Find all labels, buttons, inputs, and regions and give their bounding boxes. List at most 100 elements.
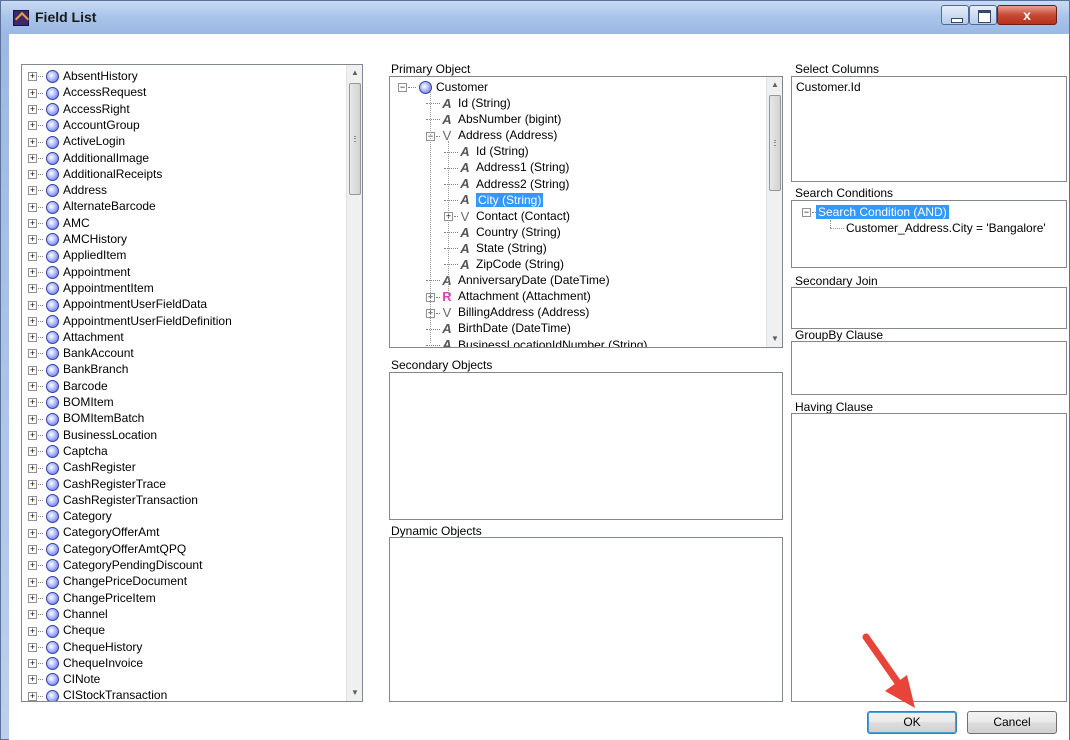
expand-icon[interactable]: + — [28, 121, 37, 131]
scroll-thumb[interactable] — [769, 95, 781, 191]
expand-icon[interactable]: + — [28, 528, 37, 538]
secondary-objects-panel[interactable] — [389, 372, 783, 520]
entity-item[interactable]: + BOMItem — [28, 394, 114, 410]
expand-icon[interactable]: + — [28, 300, 37, 310]
expand-icon[interactable]: + — [28, 333, 37, 343]
cancel-button[interactable]: Cancel — [967, 711, 1057, 734]
expand-icon[interactable]: + — [28, 447, 37, 457]
entity-item[interactable]: + AppointmentUserFieldData — [28, 296, 207, 312]
minimize-button[interactable] — [941, 5, 969, 25]
entity-item[interactable]: + AMCHistory — [28, 231, 127, 247]
entity-tree[interactable]: + AbsentHistory + AccessRequest + AccessRight… — [21, 64, 363, 702]
entity-item[interactable]: + ActiveLogin — [28, 133, 125, 149]
scroll-down-icon[interactable]: ▼ — [347, 685, 362, 701]
expand-icon[interactable]: + — [28, 593, 37, 603]
tree-root-customer[interactable]: − Customer — [398, 79, 488, 95]
entity-item[interactable]: + Cheque — [28, 622, 105, 638]
entity-item[interactable]: + CashRegisterTransaction — [28, 492, 198, 508]
primary-field-row[interactable]: A Address1 (String) — [444, 159, 569, 175]
expand-icon[interactable]: + — [28, 675, 37, 685]
entity-item[interactable]: + CategoryOfferAmt — [28, 524, 159, 540]
entity-item[interactable]: + ChequeHistory — [28, 639, 142, 655]
primary-field-row[interactable]: A Country (String) — [444, 224, 561, 240]
expand-icon[interactable]: + — [28, 153, 37, 163]
ok-button[interactable]: OK — [867, 711, 957, 734]
primary-field-row[interactable]: A Id (String) — [426, 95, 511, 111]
expand-icon[interactable]: + — [28, 316, 37, 326]
primary-field-row[interactable]: + R Attachment (Attachment) — [426, 288, 591, 304]
secondary-join-panel[interactable] — [791, 287, 1067, 329]
expand-icon[interactable]: + — [28, 349, 37, 359]
expand-icon[interactable]: + — [28, 398, 37, 408]
expand-icon[interactable]: + — [28, 382, 37, 392]
scroll-up-icon[interactable]: ▲ — [347, 65, 362, 81]
search-condition-and[interactable]: Search Condition (AND) — [816, 205, 949, 219]
having-clause-panel[interactable] — [791, 413, 1067, 702]
dynamic-objects-panel[interactable] — [389, 537, 783, 702]
expand-icon[interactable]: + — [28, 659, 37, 669]
expand-icon[interactable]: + — [28, 691, 37, 701]
entity-item[interactable]: + AppliedItem — [28, 247, 126, 263]
expand-icon[interactable]: + — [28, 642, 37, 652]
entity-item[interactable]: + BankBranch — [28, 361, 128, 377]
expand-icon[interactable]: + — [28, 251, 37, 261]
entity-item[interactable]: + ChangePriceDocument — [28, 573, 187, 589]
expand-icon[interactable]: + — [28, 512, 37, 522]
primary-field-row[interactable]: A State (String) — [444, 240, 547, 256]
expand-icon[interactable]: + — [28, 414, 37, 424]
expand-icon[interactable]: + — [28, 202, 37, 212]
scroll-thumb[interactable] — [349, 83, 361, 195]
primary-field-row[interactable]: + V Contact (Contact) — [444, 208, 570, 224]
entity-item[interactable]: + Address — [28, 182, 107, 198]
entity-item[interactable]: + AdditionalReceipts — [28, 166, 162, 182]
select-column-item[interactable]: Customer.Id — [796, 80, 861, 94]
expand-icon[interactable]: + — [28, 561, 37, 571]
expand-icon[interactable]: + — [28, 284, 37, 294]
entity-item[interactable]: + AccessRight — [28, 101, 130, 117]
entity-tree-scrollbar[interactable]: ▲ ▼ — [346, 65, 362, 701]
collapse-icon[interactable]: − — [398, 83, 407, 93]
entity-item[interactable]: + Appointment — [28, 264, 130, 280]
expand-icon[interactable]: + — [28, 72, 37, 82]
expand-icon[interactable]: + — [28, 267, 37, 277]
select-columns-panel[interactable]: Customer.Id — [791, 76, 1067, 182]
title-bar[interactable]: Field List x — [1, 1, 1069, 33]
primary-object-tree[interactable]: − Customer A Id (String) A AbsNumber (bigint… — [389, 76, 783, 348]
entity-item[interactable]: + Channel — [28, 606, 108, 622]
scroll-down-icon[interactable]: ▼ — [767, 331, 782, 347]
primary-field-row[interactable]: A City (String) — [444, 192, 544, 208]
entity-item[interactable]: + ChequeInvoice — [28, 655, 143, 671]
entity-item[interactable]: + CIStockTransaction — [28, 687, 167, 701]
entity-item[interactable]: + Attachment — [28, 329, 124, 345]
close-button[interactable]: x — [997, 5, 1057, 25]
primary-tree-scrollbar[interactable]: ▲ ▼ — [766, 77, 782, 347]
collapse-icon[interactable]: − — [802, 208, 811, 218]
expand-icon[interactable]: + — [28, 545, 37, 555]
scroll-up-icon[interactable]: ▲ — [767, 77, 782, 93]
group-by-panel[interactable] — [791, 341, 1067, 395]
entity-item[interactable]: + CashRegister — [28, 459, 136, 475]
expand-icon[interactable]: + — [28, 104, 37, 114]
entity-item[interactable]: + CategoryOfferAmtQPQ — [28, 541, 186, 557]
expand-icon[interactable]: + — [28, 626, 37, 636]
entity-item[interactable]: + CashRegisterTrace — [28, 476, 166, 492]
primary-field-row[interactable]: A AnniversaryDate (DateTime) — [426, 272, 610, 288]
entity-item[interactable]: + AlternateBarcode — [28, 198, 156, 214]
expand-icon[interactable]: + — [28, 430, 37, 440]
search-condition-root[interactable]: − Search Condition (AND) — [802, 204, 949, 220]
expand-icon[interactable]: + — [28, 235, 37, 245]
primary-field-row[interactable]: A BusinessLocationIdNumber (String) — [426, 337, 647, 347]
search-conditions-panel[interactable]: − Search Condition (AND) Customer_Address… — [791, 200, 1067, 268]
entity-item[interactable]: + AppointmentUserFieldDefinition — [28, 313, 232, 329]
expand-icon[interactable]: + — [28, 365, 37, 375]
entity-item[interactable]: + BOMItemBatch — [28, 410, 144, 426]
expand-icon[interactable]: + — [28, 219, 37, 229]
primary-field-row[interactable]: A ZipCode (String) — [444, 256, 564, 272]
search-condition-child[interactable]: Customer_Address.City = 'Bangalore' — [846, 220, 1046, 236]
expand-icon[interactable]: + — [28, 88, 37, 98]
primary-field-row[interactable]: A BirthDate (DateTime) — [426, 320, 571, 336]
primary-field-row[interactable]: A Id (String) — [444, 143, 529, 159]
entity-item[interactable]: + Barcode — [28, 378, 108, 394]
entity-item[interactable]: + AccountGroup — [28, 117, 140, 133]
maximize-button[interactable] — [969, 5, 997, 25]
